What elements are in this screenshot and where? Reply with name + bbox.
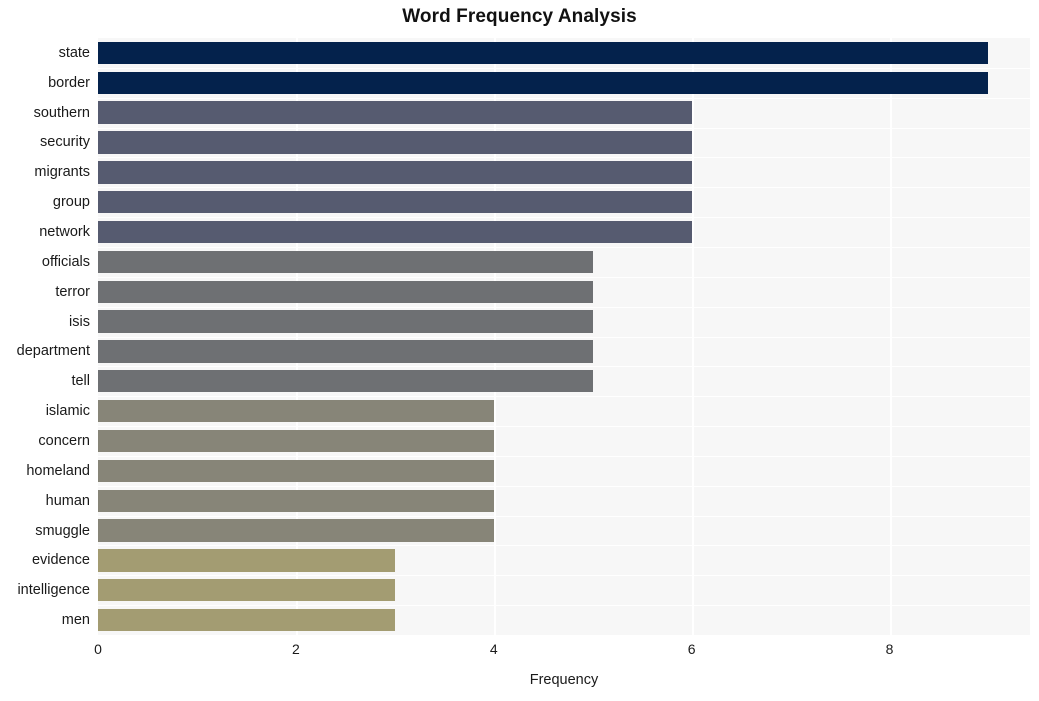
x-axis-title: Frequency [529,672,599,688]
x-tick-0: 0 [94,641,102,657]
y-label-security: security [40,134,90,151]
y-label-officials: officials [41,253,90,270]
y-label-border: border [48,74,90,91]
y-label-human: human [45,492,90,509]
y-label-islamic: islamic [45,403,90,420]
y-label-department: department [16,343,90,360]
y-label-concern: concern [38,432,90,449]
x-tick-4: 4 [489,641,498,657]
y-label-southern: southern [33,104,90,121]
word-frequency-chart: Word Frequency Analysis state border south… [0,0,1039,701]
y-label-migrants: migrants [34,164,90,181]
x-tick-8: 8 [885,641,894,657]
y-label-group: group [52,194,90,211]
y-label-network: network [39,224,90,241]
y-label-men: men [61,612,90,629]
y-axis-labels: state border southern security migrants group… [0,38,1039,635]
y-label-smuggle: smuggle [35,522,90,539]
chart-title: Word Frequency Analysis [402,6,637,27]
y-label-state: state [58,44,90,61]
x-tick-6: 6 [687,641,696,657]
y-label-tell: tell [71,373,90,390]
y-label-homeland: homeland [26,462,90,479]
y-label-terror: terror [55,283,90,300]
y-label-evidence: evidence [31,552,90,569]
x-axis-tick-labels: 0 2 4 6 8 [94,641,1030,663]
y-label-intelligence: intelligence [17,582,90,599]
y-label-isis: isis [69,313,90,330]
x-tick-2: 2 [291,641,300,657]
